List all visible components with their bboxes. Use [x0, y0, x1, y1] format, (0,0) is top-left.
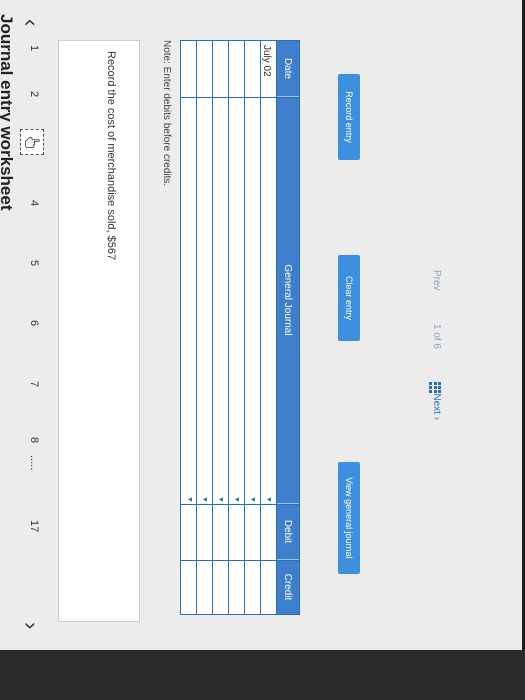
row-divider	[228, 41, 229, 614]
page-title: Journal entry worksheet	[0, 14, 16, 211]
hand-cursor-icon	[25, 136, 40, 148]
view-general-journal-button[interactable]: View general journal	[338, 462, 360, 574]
journal-table: Date General Journal Debit Credit July 0…	[180, 40, 300, 615]
dropdown-arrow-icon[interactable]: ▼	[233, 496, 240, 503]
pager-current: 1	[431, 323, 442, 330]
row-divider	[196, 41, 197, 614]
instruction-box: Record the cost of merchandise sold, $56…	[58, 40, 140, 622]
debit-credit-note: Note: Enter debits before credits.	[161, 40, 172, 187]
grid-icon[interactable]	[429, 382, 441, 394]
pager-prev[interactable]: Prev	[431, 270, 442, 291]
dropdown-arrow-icon[interactable]: ▼	[186, 496, 193, 503]
step-1[interactable]: 1	[28, 45, 40, 51]
step-5[interactable]: 5	[28, 260, 40, 266]
worksheet-page: Journal entry worksheet ‹ › 1 2 4 5 6 7 …	[0, 0, 522, 650]
row-divider	[260, 41, 261, 614]
col-divider	[181, 97, 299, 98]
dropdown-arrow-icon[interactable]: ▼	[217, 496, 224, 503]
desk-bottom-edge	[0, 650, 525, 700]
row-divider	[276, 41, 277, 614]
chevron-right-icon[interactable]: ›	[431, 417, 442, 420]
row-1-date[interactable]: July 02	[261, 45, 272, 77]
instruction-text: Record the cost of merchandise sold, $56…	[105, 51, 117, 261]
step-ellipsis: .....	[28, 455, 40, 471]
dropdown-arrow-icon[interactable]: ▼	[265, 496, 272, 503]
chevron-right-icon[interactable]: ›	[18, 622, 44, 629]
row-divider	[212, 41, 213, 614]
step-7[interactable]: 7	[28, 381, 40, 387]
header-credit: Credit	[277, 560, 299, 614]
header-debit: Debit	[277, 504, 299, 560]
step-17[interactable]: 17	[28, 520, 40, 532]
clear-entry-button[interactable]: Clear entry	[338, 255, 360, 341]
col-divider	[181, 504, 299, 505]
step-4[interactable]: 4	[28, 200, 40, 206]
pager: Prev 1 of 6 Next ›	[431, 270, 442, 420]
pager-total: 6	[431, 343, 442, 349]
step-6[interactable]: 6	[28, 320, 40, 326]
dropdown-arrow-icon[interactable]: ▼	[201, 496, 208, 503]
step-3-active[interactable]	[20, 129, 44, 155]
chevron-left-icon[interactable]: ‹	[18, 19, 44, 26]
step-2[interactable]: 2	[28, 91, 40, 97]
record-entry-button[interactable]: Record entry	[338, 74, 360, 160]
header-date: Date	[277, 41, 299, 97]
dropdown-arrow-icon[interactable]: ▼	[249, 496, 256, 503]
row-divider	[244, 41, 245, 614]
step-8[interactable]: 8	[28, 437, 40, 443]
pager-next[interactable]: Next	[431, 393, 442, 414]
pager-of: of	[431, 332, 442, 341]
header-general-journal: General Journal	[277, 97, 299, 504]
col-divider	[181, 560, 299, 561]
